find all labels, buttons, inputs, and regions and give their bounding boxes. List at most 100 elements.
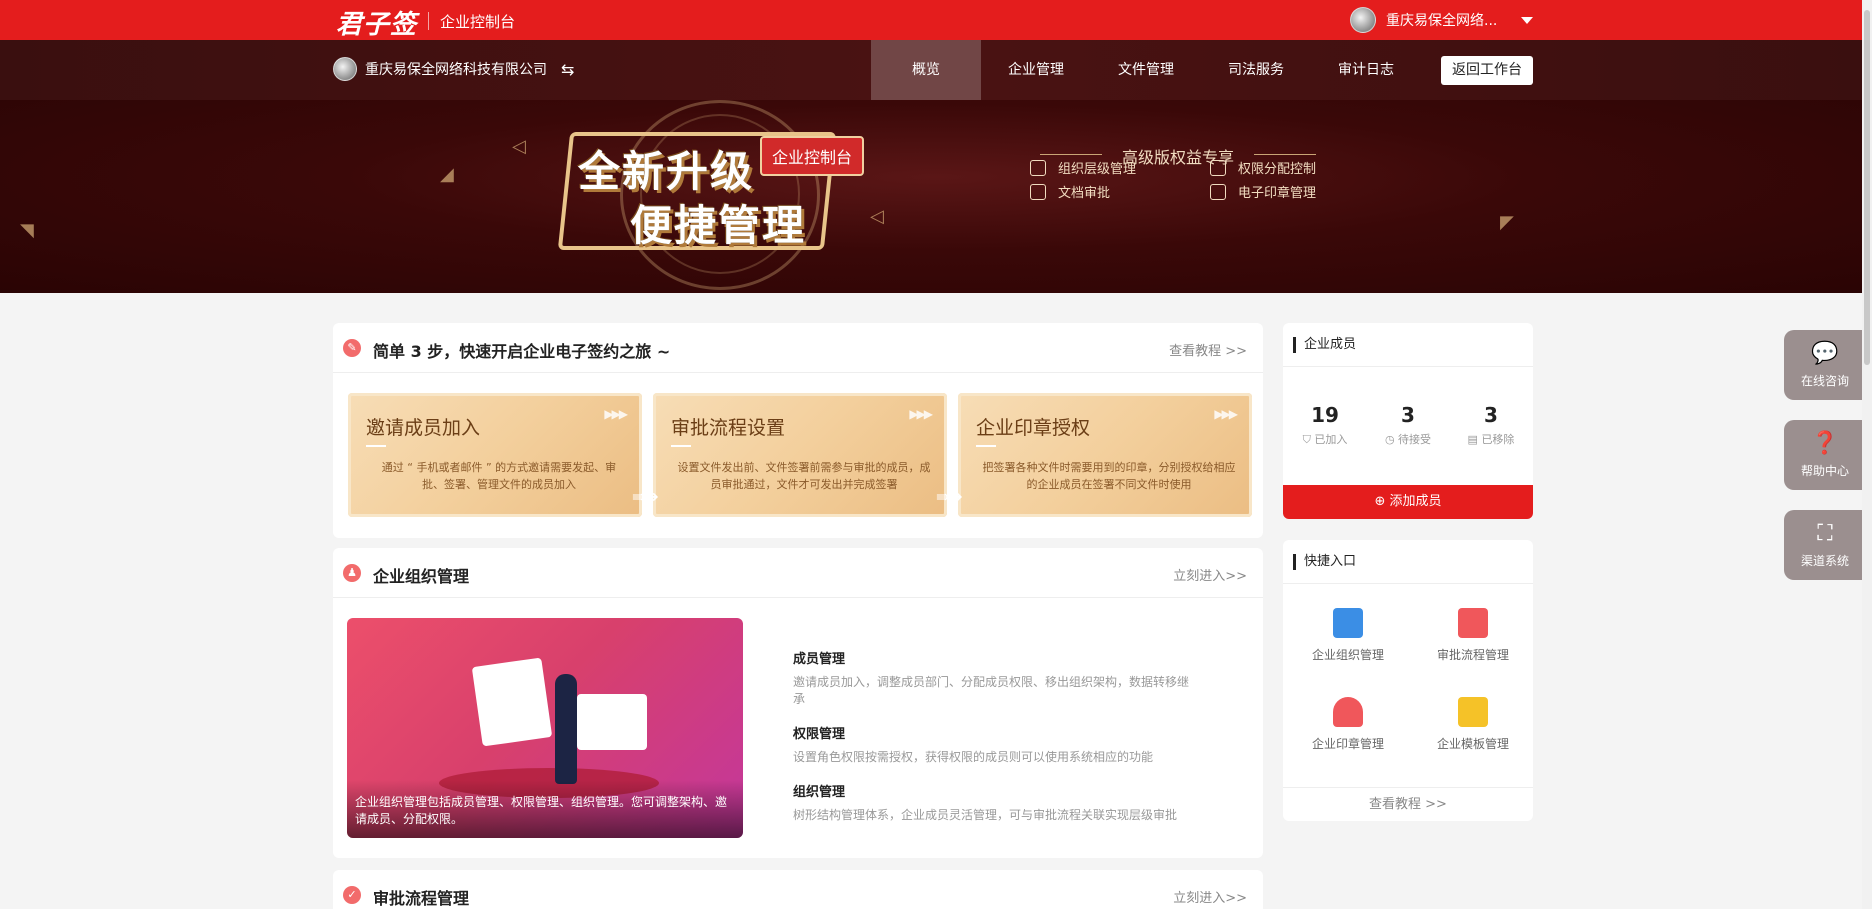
- hero-line-2: 便捷管理: [630, 201, 807, 250]
- quick-approval[interactable]: 审批流程管理: [1413, 608, 1533, 663]
- float-label: 渠道系统: [1800, 554, 1849, 568]
- stat-joined[interactable]: 19 ⛉ 已加入: [1285, 403, 1365, 447]
- quick-template[interactable]: 企业模板管理: [1413, 697, 1533, 752]
- approval-doc-icon: [1458, 608, 1488, 638]
- stat-label: ⛉ 已加入: [1302, 433, 1348, 446]
- nav-judicial[interactable]: 司法服务: [1201, 40, 1311, 100]
- nav-files[interactable]: 文件管理: [1091, 40, 1201, 100]
- feature-title: 权限管理: [793, 727, 846, 742]
- stat-label: ◷ 待接受: [1384, 433, 1432, 446]
- quick-entry-panel: 快捷入口 企业组织管理 审批流程管理 企业印章管理 企业模板管理 查看教程 >>: [1283, 540, 1533, 821]
- perk-label: 电子印章管理: [1238, 186, 1317, 201]
- arrows-icon: ▶▶▶: [909, 407, 933, 421]
- sitemap-icon: ⛶: [1817, 521, 1833, 546]
- stat-number: 3: [1401, 403, 1415, 427]
- approval-card: ✓ 审批流程管理 立刻进入>>: [333, 870, 1263, 909]
- divider: [671, 445, 691, 447]
- perk-item: 组织层级管理: [1030, 158, 1136, 177]
- stat-label: ▤ 已移除: [1467, 433, 1515, 446]
- perk-label: 权限分配控制: [1238, 162, 1317, 177]
- step-desc: 设置文件发出前、文件签署前需参与审批的成员，成员审批通过，文件才可发出并完成签署: [677, 461, 931, 491]
- nav-overview[interactable]: 概览: [871, 40, 981, 100]
- step-title: 企业印章授权: [976, 417, 1091, 439]
- chat-icon: 💬: [1811, 341, 1839, 366]
- online-consult-button[interactable]: 💬 在线咨询: [1784, 330, 1866, 400]
- seal-icon: [1333, 697, 1363, 727]
- channel-system-button[interactable]: ⛶ 渠道系统: [1784, 510, 1866, 580]
- arrows-icon: ▶▶▶: [1214, 407, 1238, 421]
- arrows-icon: ▶▶▶: [604, 407, 628, 421]
- divider: [976, 445, 996, 447]
- triangle-icon: ◤: [1500, 212, 1514, 233]
- user-name: 重庆易保全网络...: [1386, 13, 1498, 29]
- quick-org[interactable]: 企业组织管理: [1288, 608, 1408, 663]
- hierarchy-icon: [1030, 159, 1046, 176]
- brand-logo[interactable]: 君子签: [336, 4, 417, 41]
- nav-bar: 重庆易保全网络科技有限公司 ⇆ 概览 企业管理 文件管理 司法服务 审计日志 返…: [0, 40, 1872, 100]
- step-title: 审批流程设置: [671, 417, 786, 439]
- nav-enterprise[interactable]: 企业管理: [981, 40, 1091, 100]
- list-item: 成员管理 邀请成员加入，调整成员部门、分配成员权限、移出组织架构，数据转移继承: [793, 648, 1193, 707]
- hero-line-1: 全新升级: [578, 147, 755, 196]
- feature-desc: 设置角色权限按需授权，获得权限的成员则可以使用系统相应的功能: [793, 750, 1154, 764]
- hero-tag: 企业控制台: [760, 136, 865, 176]
- quick-label: 审批流程管理: [1436, 648, 1509, 662]
- list-item: 权限管理 设置角色权限按需授权，获得权限的成员则可以使用系统相应的功能: [793, 723, 1193, 765]
- swap-icon[interactable]: ⇆: [561, 60, 574, 79]
- nav-audit[interactable]: 审计日志: [1311, 40, 1421, 100]
- quick-label: 企业模板管理: [1436, 737, 1509, 751]
- stat-removed[interactable]: 3 ▤ 已移除: [1451, 403, 1531, 447]
- section-title: 审批流程管理: [373, 889, 470, 908]
- enter-now-link[interactable]: 立刻进入>>: [1173, 887, 1247, 906]
- list-item: 组织管理 树形结构管理体系，企业成员灵活管理，可与审批流程关联实现层级审批: [793, 781, 1193, 823]
- add-member-button[interactable]: ⊕ 添加成员: [1283, 485, 1533, 519]
- stat-number: 3: [1484, 403, 1498, 427]
- arrow-right-icon: ⇛➔: [936, 487, 963, 506]
- org-chart-icon: [1333, 608, 1363, 638]
- promo-banner: ◢ ◁ ◁ ◤ ◥ 全新升级 便捷管理 企业控制台 高级版权益专享 组织层级管理…: [0, 100, 1872, 293]
- illustration-caption: 企业组织管理包括成员管理、权限管理、组织管理。您可调整架构、邀请成员、分配权限。: [347, 780, 743, 838]
- guide-icon: ✎: [343, 339, 361, 357]
- approval-icon: ✓: [343, 886, 361, 904]
- quick-seal[interactable]: 企业印章管理: [1288, 697, 1408, 752]
- logo-divider: [428, 12, 429, 30]
- help-center-button[interactable]: ❓ 帮助中心: [1784, 420, 1866, 490]
- company-switcher[interactable]: 重庆易保全网络科技有限公司 ⇆: [333, 57, 574, 81]
- company-avatar: [333, 57, 357, 81]
- perk-label: 组织层级管理: [1058, 162, 1137, 177]
- org-card: ♟ 企业组织管理 立刻进入>> 企业组织管理包括成员管理、权限管理、组织管理。您…: [333, 548, 1263, 858]
- step-card-invite[interactable]: ▶▶▶ 邀请成员加入 通过 “ 手机或者邮件 ” 的方式邀请需要发起、审批、签署…: [348, 393, 642, 517]
- feature-desc: 树形结构管理体系，企业成员灵活管理，可与审批流程关联实现层级审批: [793, 808, 1178, 822]
- view-tutorial-link[interactable]: 查看教程 >>: [1169, 340, 1247, 359]
- triangle-icon: ◥: [20, 220, 34, 241]
- feature-desc: 邀请成员加入，调整成员部门、分配成员权限、移出组织架构，数据转移继承: [793, 675, 1190, 706]
- chart-board-illustration: [577, 694, 647, 750]
- org-illustration: 企业组织管理包括成员管理、权限管理、组织管理。您可调整架构、邀请成员、分配权限。: [347, 618, 743, 838]
- members-panel: 企业成员 19 ⛉ 已加入 3 ◷ 待接受 3 ▤ 已移除 ⊕ 添加成员: [1283, 323, 1533, 519]
- divider: [366, 445, 386, 447]
- help-icon: ❓: [1811, 431, 1839, 456]
- back-to-workbench-button[interactable]: 返回工作台: [1441, 56, 1533, 85]
- panel-title: 企业成员: [1293, 337, 1356, 353]
- step-card-seal[interactable]: ▶▶▶ 企业印章授权 把签署各种文件时需要用到的印章，分别授权给相应的企业成员在…: [958, 393, 1252, 517]
- divider: [1283, 583, 1533, 584]
- card-header: ✎ 简单 3 步，快速开启企业电子签约之旅 ~ 查看教程 >>: [333, 323, 1263, 373]
- org-feature-list: 成员管理 邀请成员加入，调整成员部门、分配成员权限、移出组织架构，数据转移继承 …: [793, 648, 1193, 839]
- triangle-icon: ◁: [512, 136, 526, 157]
- view-tutorial-link[interactable]: 查看教程 >>: [1283, 787, 1533, 821]
- presenter-illustration: [555, 674, 577, 784]
- console-title: 企业控制台: [440, 13, 516, 31]
- step-card-approval[interactable]: ▶▶▶ 审批流程设置 设置文件发出前、文件签署前需参与审批的成员，成员审批通过，…: [653, 393, 947, 517]
- user-menu[interactable]: 重庆易保全网络...: [1350, 7, 1534, 33]
- perk-item: 电子印章管理: [1210, 182, 1316, 201]
- chart-board-illustration: [471, 657, 553, 747]
- scrollbar-thumb[interactable]: [1864, 10, 1870, 365]
- section-title: 简单 3 步，快速开启企业电子签约之旅 ~: [373, 342, 671, 361]
- stat-pending[interactable]: 3 ◷ 待接受: [1368, 403, 1448, 447]
- quick-label: 企业组织管理: [1311, 648, 1384, 662]
- triangle-icon: ◁: [870, 206, 884, 227]
- chevron-down-icon[interactable]: [1521, 16, 1534, 24]
- enter-now-link[interactable]: 立刻进入>>: [1173, 565, 1247, 584]
- divider: [1283, 366, 1533, 367]
- perk-item: 权限分配控制: [1210, 158, 1316, 177]
